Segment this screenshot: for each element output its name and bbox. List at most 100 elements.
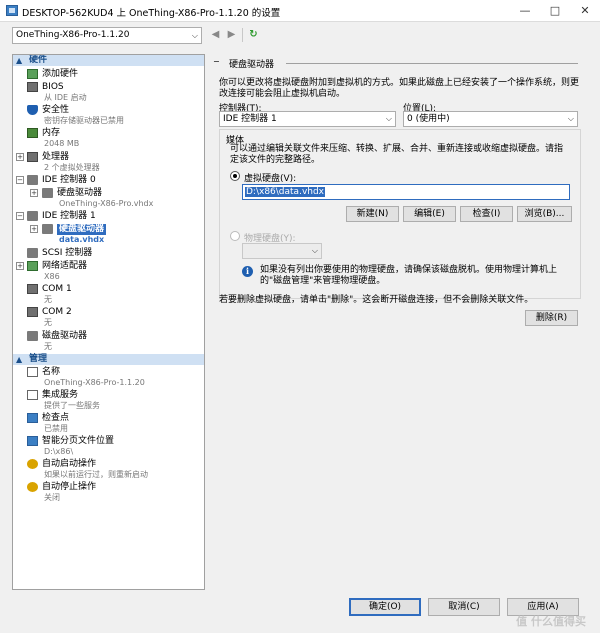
tree-item-sublabel: 2 个虚拟处理器 (44, 163, 100, 172)
tree-item-label: SCSI 控制器 (42, 248, 93, 258)
com-port-icon (27, 307, 38, 317)
tree-item-name[interactable]: 名称 OneThing-X86-Pro-1.1.20 (13, 367, 204, 389)
tree-item-network-adapter[interactable]: + 网络适配器 X86 (13, 261, 204, 283)
tree-item-processor[interactable]: + 处理器 2 个虚拟处理器 (13, 152, 204, 174)
tree-item-security[interactable]: 安全性 密钥存储驱动器已禁用 (13, 105, 204, 127)
expand-icon[interactable]: + (30, 225, 38, 233)
tree-item-sublabel: 密钥存储驱动器已禁用 (44, 116, 124, 125)
collapse-icon[interactable]: − (16, 212, 24, 220)
virtual-disk-radio[interactable] (230, 171, 240, 181)
window-title: DESKTOP-562KUD4 上 OneThing-X86-Pro-1.1.2… (22, 8, 281, 19)
location-value: 0 (使用中) (407, 114, 450, 124)
tree-item-sublabel: D:\x86\ (44, 447, 74, 456)
new-button[interactable]: 新建(N) (346, 206, 399, 222)
tree-item-floppy-drive[interactable]: 磁盘驱动器 无 (13, 331, 204, 353)
collapse-icon: ▲ (16, 355, 23, 364)
tree-item-label: 添加硬件 (42, 69, 79, 79)
tree-item-label: 自动启动操作 (42, 459, 97, 469)
collapse-icon: ▲ (16, 56, 23, 65)
virtual-disk-path-input[interactable]: D:\x86\data.vhdx (242, 184, 570, 200)
memory-chip-icon (27, 128, 38, 138)
tree-item-com2[interactable]: COM 2 无 (13, 307, 204, 329)
back-arrow-icon[interactable]: ◀ (209, 28, 222, 42)
title-bar: DESKTOP-562KUD4 上 OneThing-X86-Pro-1.1.2… (0, 0, 600, 22)
physical-disk-radio[interactable] (230, 231, 240, 241)
tree-item-sublabel: OneThing-X86-Pro-1.1.20 (44, 378, 145, 387)
delete-button[interactable]: 删除(R) (525, 310, 578, 326)
tree-item-label: 智能分页文件位置 (42, 436, 115, 446)
edit-button[interactable]: 编辑(E) (403, 206, 456, 222)
tree-item-label: 安全性 (42, 105, 70, 115)
forward-arrow-icon[interactable]: ▶ (225, 28, 238, 42)
tree-item-smart-paging[interactable]: 智能分页文件位置 D:\x86\ (13, 436, 204, 458)
tree-item-ide-controller-1[interactable]: − IDE 控制器 1 (13, 211, 204, 223)
maximize-button[interactable]: □ (540, 0, 570, 22)
refresh-icon[interactable]: ↻ (247, 28, 260, 42)
vm-selector-dropdown[interactable]: OneThing-X86-Pro-1.1.20 ⌵ (12, 27, 202, 44)
bios-chip-icon (27, 82, 38, 92)
ok-button[interactable]: 确定(O) (349, 598, 421, 616)
tree-item-label: 磁盘驱动器 (42, 331, 88, 341)
tree-item-sublabel: X86 (44, 272, 60, 281)
manage-section-header[interactable]: ▲ 管理 (13, 354, 204, 365)
tree-item-auto-start[interactable]: 自动启动操作 如果以前运行过，则重新启动 (13, 459, 204, 481)
expand-icon[interactable]: + (30, 189, 38, 197)
paging-file-icon (27, 436, 38, 446)
media-description: 可以通过编辑关联文件来压缩、转换、扩展、合并、重新连接或收缩虚拟硬盘。请指定该文… (230, 144, 564, 165)
page-title: 硬盘驱动器 (229, 60, 275, 70)
tree-item-sublabel: 2048 MB (44, 139, 80, 148)
chevron-down-icon: ⌵ (567, 114, 574, 123)
tree-item-scsi[interactable]: SCSI 控制器 (13, 248, 204, 260)
network-adapter-icon (27, 261, 38, 271)
cancel-button[interactable]: 取消(C) (428, 598, 500, 616)
tree-item-checkpoints[interactable]: 检查点 已禁用 (13, 413, 204, 435)
tree-item-label: BIOS (42, 82, 64, 92)
tree-item-label: 集成服务 (42, 390, 79, 400)
ide-controller-icon (27, 211, 38, 221)
info-icon: i (242, 266, 253, 277)
tree-item-com1[interactable]: COM 1 无 (13, 284, 204, 306)
inspect-button[interactable]: 检查(I) (460, 206, 513, 222)
hardware-header-label: 硬件 (29, 55, 48, 65)
tree-item-memory[interactable]: 内存 2048 MB (13, 128, 204, 150)
hard-drive-icon (42, 188, 53, 198)
watermark: 值 什么值得买 (516, 615, 586, 628)
page-header: − 硬盘驱动器 (211, 54, 589, 72)
details-pane: − 硬盘驱动器 你可以更改将虚拟硬盘附加到虚拟机的方式。如果此磁盘上已经安装了一… (211, 54, 589, 590)
controller-dropdown[interactable]: IDE 控制器 1 ⌵ (219, 111, 396, 127)
media-group: 媒体 可以通过编辑关联文件来压缩、转换、扩展、合并、重新连接或收缩虚拟硬盘。请指… (219, 129, 581, 299)
location-dropdown[interactable]: 0 (使用中) ⌵ (403, 111, 578, 127)
expand-icon[interactable]: + (16, 153, 24, 161)
hardware-section-header[interactable]: ▲ 硬件 (13, 55, 204, 66)
tree-item-auto-stop[interactable]: 自动停止操作 关闭 (13, 482, 204, 504)
tree-item-label: 名称 (42, 367, 61, 377)
scsi-controller-icon (27, 248, 38, 258)
physical-disk-dropdown[interactable]: ⌵ (242, 243, 322, 259)
tree-item-sublabel: 无 (44, 318, 52, 327)
tree-item-ide-controller-0[interactable]: − IDE 控制器 0 (13, 175, 204, 187)
toolbar-separator (242, 28, 243, 42)
close-button[interactable]: ✕ (570, 0, 600, 22)
checkpoint-icon (27, 413, 38, 423)
virtual-disk-path-value: D:\x86\data.vhdx (245, 187, 326, 197)
expand-icon[interactable]: + (16, 262, 24, 270)
tree-item-ide0-hard-drive[interactable]: + 硬盘驱动器 OneThing-X86-Pro.vhdx (13, 188, 204, 210)
integration-services-icon (27, 390, 38, 400)
hard-drive-icon (42, 224, 53, 234)
shield-icon (27, 105, 38, 115)
collapse-icon[interactable]: − (16, 176, 24, 184)
tree-item-label: COM 1 (42, 284, 72, 294)
tree-item-integration-services[interactable]: 集成服务 提供了一些服务 (13, 390, 204, 412)
tree-item-label: COM 2 (42, 307, 72, 317)
tree-item-bios[interactable]: BIOS 从 IDE 启动 (13, 82, 204, 104)
browse-button[interactable]: 浏览(B)... (517, 206, 572, 222)
minimize-button[interactable]: — (510, 0, 540, 22)
tree-item-sublabel: 从 IDE 启动 (44, 93, 87, 102)
window-app-icon (6, 5, 18, 16)
tree-item-label: 网络适配器 (42, 261, 88, 271)
tree-item-ide1-hard-drive[interactable]: + 硬盘驱动器 data.vhdx (13, 224, 204, 246)
collapse-icon[interactable]: − (213, 57, 220, 66)
controller-value: IDE 控制器 1 (223, 114, 277, 124)
tree-item-add-hardware[interactable]: 添加硬件 (13, 69, 204, 81)
tree-item-sublabel: data.vhdx (59, 235, 105, 244)
